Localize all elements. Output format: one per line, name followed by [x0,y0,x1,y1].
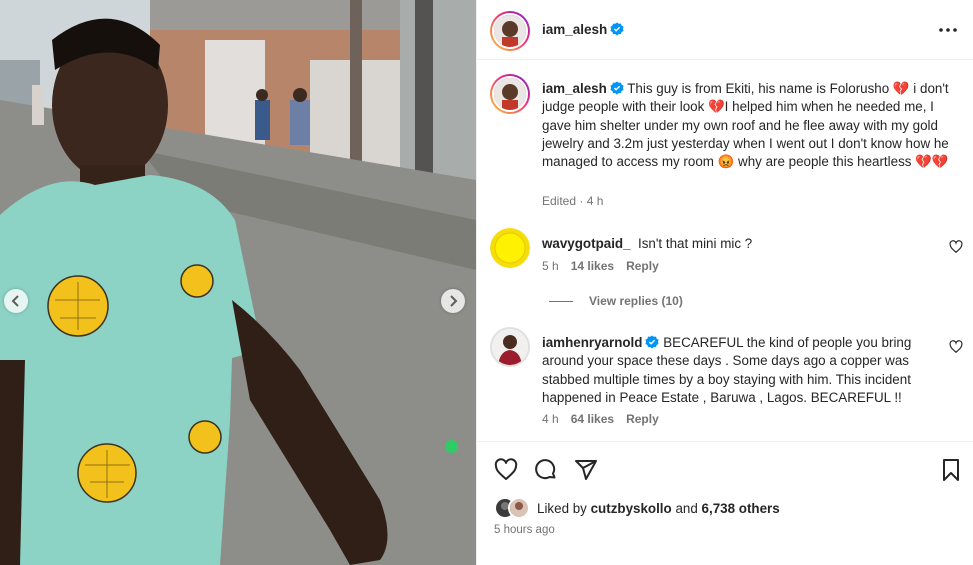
first-liker-link[interactable]: cutzbyskollo [591,501,672,516]
video-indicator-dot [445,440,458,453]
bookmark-icon[interactable] [939,458,963,482]
commenter-username[interactable]: wavygotpaid_ [542,236,631,251]
post-header: iam_alesh [477,0,973,60]
author-avatar-image [494,15,526,47]
likers-avatars[interactable] [494,497,532,519]
view-replies-line [549,300,573,302]
comment-text-block: iamhenryarnold BECAREFUL the kind of peo… [542,334,932,407]
post-media[interactable] [0,0,476,565]
share-icon[interactable] [574,458,598,482]
comment-body: Isn't that mini mic ? [638,236,753,251]
caption-author-avatar[interactable] [490,74,530,114]
commenter-avatar[interactable] [490,228,530,268]
chevron-right-icon [450,295,458,307]
comment-meta: 5 h 14 likes Reply [542,259,659,273]
commenter-avatar-image [492,329,528,365]
chevron-left-icon [11,295,19,307]
comment-likes[interactable]: 64 likes [571,412,614,426]
more-options-icon[interactable] [938,22,958,38]
liker-avatar [508,497,530,519]
comment-like-heart-icon[interactable] [949,340,963,354]
comment-time: 4 h [542,412,559,426]
comment-text-block: wavygotpaid_ Isn't that mini mic ? [542,235,932,253]
commenter-username[interactable]: iamhenryarnold [542,335,660,350]
comment-likes[interactable]: 14 likes [571,259,614,273]
heart-icon[interactable] [494,458,518,482]
liked-by-prefix: Liked by [537,500,587,516]
comment-meta: 4 h 64 likes Reply [542,412,659,426]
previous-media-button[interactable] [4,289,28,313]
post-actions-bar [477,441,973,493]
caption-text-block: iam_alesh This guy is from Ekiti, his na… [542,80,952,171]
comment-time: 5 h [542,259,559,273]
others-likes-link[interactable]: 6,738 others [702,501,780,516]
comment-reply-button[interactable]: Reply [626,259,659,273]
author-avatar[interactable] [490,11,530,51]
view-replies-label: View replies (10) [589,294,683,308]
likes-summary: Liked by cutzbyskollo and 6,738 others [494,497,780,519]
comment-icon[interactable] [534,458,558,482]
comment-like-heart-icon[interactable] [949,240,963,254]
caption-username[interactable]: iam_alesh [542,81,624,96]
commenter-avatar-image [490,228,530,268]
author-username[interactable]: iam_alesh [542,22,624,37]
caption-avatar-image [494,78,526,110]
verified-badge-icon [645,335,660,349]
view-replies-button[interactable]: View replies (10) [549,294,683,308]
post-video-frame [0,0,476,565]
commenter-avatar[interactable] [490,327,530,367]
comment-reply-button[interactable]: Reply [626,412,659,426]
next-media-button[interactable] [441,289,465,313]
verified-badge-icon [610,81,624,95]
verified-badge-icon [610,22,624,36]
post-details-panel: iam_alesh iam_alesh This guy is from Eki… [476,0,973,565]
liked-by-and: and [675,500,698,516]
caption-meta: Edited · 4 h [542,194,604,208]
post-timestamp[interactable]: 5 hours ago [494,524,555,536]
